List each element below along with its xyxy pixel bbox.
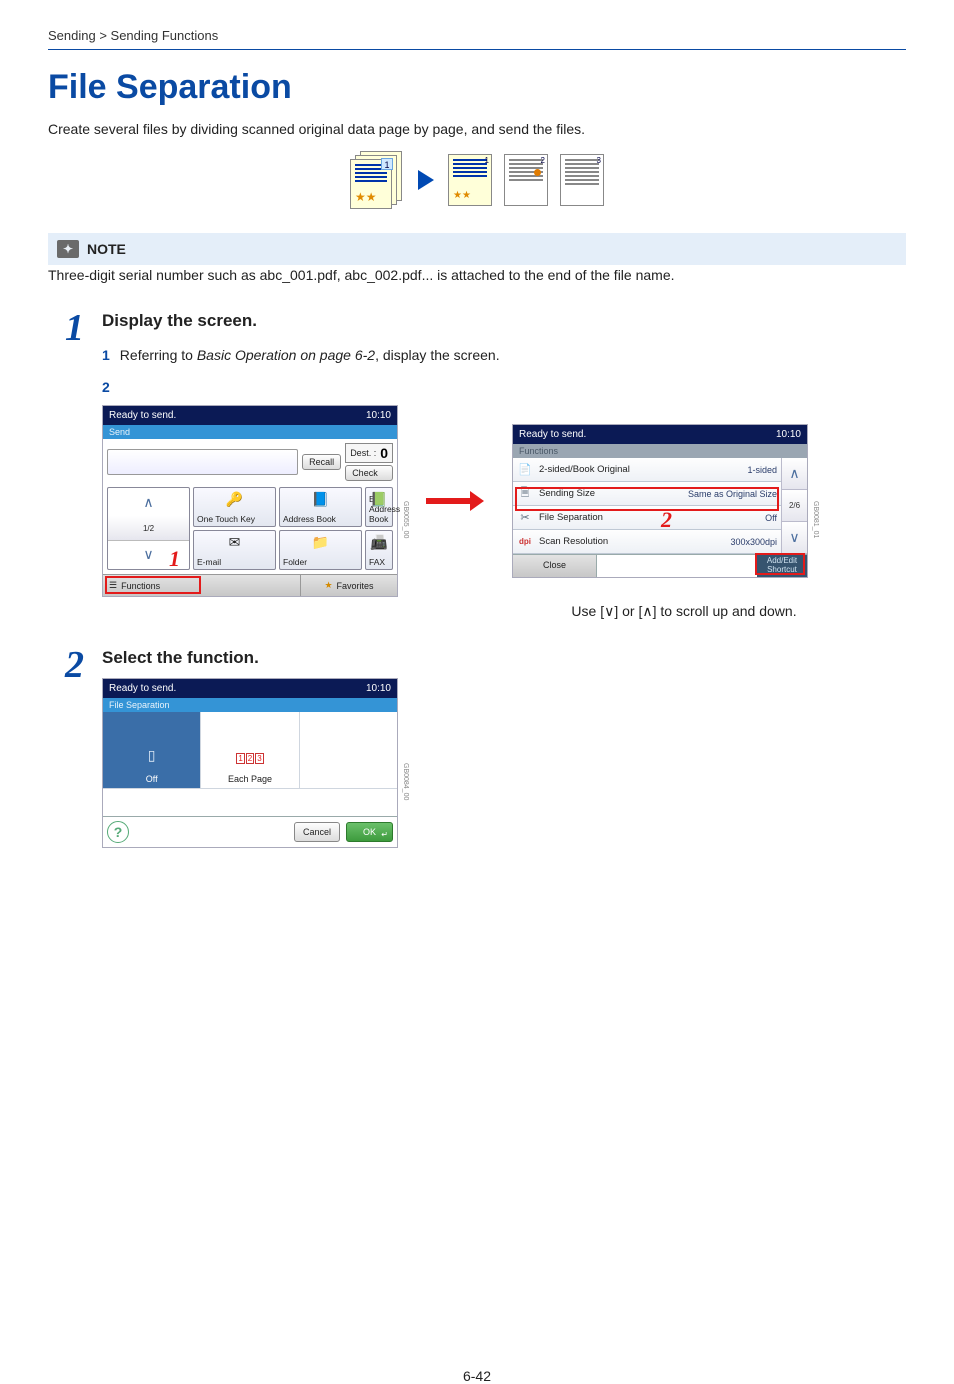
screenshot-file-separation: Ready to send. 10:10 File Separation ▯ O… (102, 678, 398, 848)
note-text: Three-digit serial number such as abc_00… (48, 267, 906, 283)
page-indicator: 1/2 (108, 516, 189, 541)
note-icon: ✦ (57, 240, 79, 258)
substep-1-text: Referring to Basic Operation on page 6-2… (120, 347, 500, 363)
scroll-up-button[interactable]: ∧ (782, 458, 807, 490)
arrow-right-icon (418, 170, 434, 190)
page-indicator: 2/6 (782, 490, 807, 522)
output-page-3: 3 (560, 154, 604, 206)
scrB-time: 10:10 (776, 429, 801, 440)
scrA-status: Ready to send. (109, 410, 176, 421)
step-1-number: 1 (48, 311, 84, 620)
scroll-hint: Use [∨] or [∧] to scroll up and down. (462, 603, 906, 620)
functions-button[interactable]: ☰Functions (103, 575, 301, 596)
email-tab[interactable]: ✉E-mail (193, 530, 276, 570)
ok-button[interactable]: OK↵ (346, 822, 393, 842)
recall-button[interactable]: Recall (302, 454, 341, 470)
off-illus-icon: ▯ (148, 747, 156, 764)
func-scan-resolution[interactable]: dpiScan Resolution300x300dpi (513, 530, 781, 554)
scrA-mode: Send (103, 425, 397, 439)
check-button[interactable]: Check (345, 465, 393, 481)
dpi-icon: dpi (517, 537, 533, 546)
step-1-heading: Display the screen. (102, 311, 906, 331)
scrA-code: GB0055_00 (402, 501, 409, 538)
scrB-status: Ready to send. (519, 429, 586, 440)
folder-tab[interactable]: 📁Folder (279, 530, 362, 570)
star-icon: ★ (324, 580, 332, 591)
stars-icon: ★★ (351, 188, 391, 208)
scrC-mode: File Separation (103, 698, 397, 712)
red-arrow-icon (426, 491, 484, 511)
one-touch-key-tab[interactable]: 🔑One Touch Key (193, 487, 276, 527)
scrB-code: GB0081_01 (812, 501, 819, 538)
cross-ref-link[interactable]: Basic Operation on page 6-2 (197, 347, 375, 363)
callout-1: 1 (169, 546, 180, 572)
step-2-heading: Select the function. (102, 648, 906, 668)
destination-field[interactable] (107, 449, 298, 475)
add-edit-shortcut-button[interactable]: Add/Edit Shortcut (757, 555, 807, 577)
substep-1-number: 1 (102, 347, 110, 363)
note-label: NOTE (87, 241, 126, 257)
size-icon: 🗎 (517, 484, 533, 503)
func-sending-size[interactable]: 🗎Sending SizeSame as Original Size (513, 482, 781, 506)
note-box: ✦ NOTE (48, 233, 906, 265)
option-off[interactable]: ▯ Off (103, 712, 201, 788)
output-page-2: 2 (504, 154, 548, 206)
enter-icon: ↵ (381, 830, 388, 839)
favorites-button[interactable]: ★Favorites (301, 575, 397, 596)
close-button[interactable]: Close (513, 555, 597, 577)
separation-icon: ✂ (517, 511, 533, 524)
scrB-mode: Functions (513, 444, 807, 458)
cancel-button[interactable]: Cancel (294, 822, 340, 842)
page-badge: 1 (381, 158, 393, 170)
chevron-down-icon: ∨ (604, 603, 614, 619)
option-empty (300, 712, 397, 788)
each-page-illus-icon: 123 (236, 753, 263, 764)
option-each-page[interactable]: 123 Each Page (201, 712, 299, 788)
scrC-code: GB0084_00 (402, 763, 409, 800)
intro-text: Create several files by dividing scanned… (48, 121, 906, 137)
page-title: File Separation (48, 68, 906, 107)
help-icon[interactable]: ? (107, 821, 129, 843)
func-2sided[interactable]: 📄2-sided/Book Original1-sided (513, 458, 781, 482)
scrC-status: Ready to send. (109, 683, 176, 694)
list-icon: ☰ (109, 580, 117, 591)
address-book-tab[interactable]: 📘Address Book (279, 487, 362, 527)
doc-icon: 📄 (517, 463, 533, 476)
substep-2-number: 2 (102, 379, 110, 395)
chevron-up-icon: ∧ (642, 603, 652, 619)
fax-tab[interactable]: 📠FAX (365, 530, 393, 570)
ext-address-book-tab[interactable]: 📗Ext Address Book (365, 487, 393, 527)
screenshot-send-main: Ready to send. 10:10 Send Recall Dest. :… (102, 405, 398, 597)
callout-2: 2 (661, 507, 672, 533)
scroll-up-button[interactable]: ∧ (108, 488, 189, 516)
page-number: 6-42 (48, 1368, 906, 1384)
scrC-time: 10:10 (366, 683, 391, 694)
concept-diagram: 1 ★★ 1 ★★ 2 3 (48, 151, 906, 209)
scroll-down-button[interactable]: ∨ (782, 522, 807, 554)
output-page-1: 1 ★★ (448, 154, 492, 206)
breadcrumb: Sending > Sending Functions (48, 28, 906, 50)
func-file-separation[interactable]: ✂File SeparationOff (513, 506, 781, 530)
screenshot-functions-list: Ready to send. 10:10 Functions 📄2-sided/… (512, 424, 808, 578)
scrA-time: 10:10 (366, 410, 391, 421)
input-stack: 1 ★★ (350, 151, 404, 209)
step-2-number: 2 (48, 648, 84, 848)
dest-count: Dest. :0 (345, 443, 393, 463)
